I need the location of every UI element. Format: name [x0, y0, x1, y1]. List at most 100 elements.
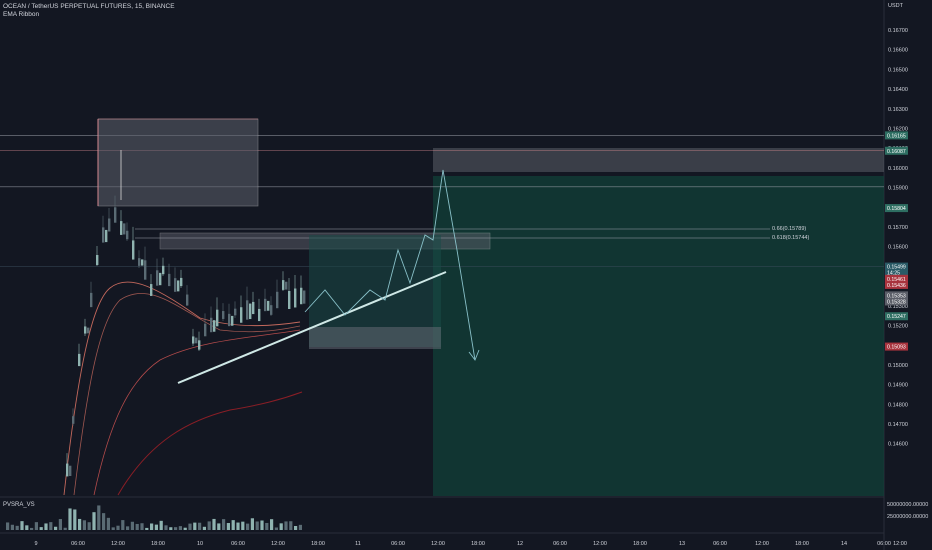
volume-bar [207, 521, 211, 530]
candle-body [204, 323, 207, 337]
volume-bar [92, 512, 96, 530]
time-axis-label: 18:00 [311, 541, 325, 547]
volume-bar [193, 522, 197, 530]
price-axis-label: 0.16600 [888, 48, 908, 54]
volume-bar [102, 513, 106, 530]
candle-body [231, 315, 234, 326]
price-badge-text: 0.15093 [887, 345, 906, 351]
volume-bar [130, 521, 134, 530]
volume-bar [279, 523, 283, 530]
candle-body [216, 309, 219, 327]
candle-body [69, 465, 72, 477]
price-axis-unit: USDT [888, 3, 903, 9]
candle-body [303, 290, 306, 304]
volume-bar [20, 521, 24, 530]
symbol-title: OCEAN / TetherUS PERPETUAL FUTURES, 15, … [3, 3, 175, 10]
time-axis-label: 06:00 [713, 541, 727, 547]
price-badge-text: 0.15328 [887, 299, 906, 305]
candle-body [288, 290, 291, 310]
time-axis-label: 18:00 [471, 541, 485, 547]
candle-body [66, 463, 69, 477]
volume-bar [154, 524, 158, 530]
volume-bar [222, 519, 226, 530]
candle-body [180, 277, 183, 287]
candle-body [249, 303, 252, 320]
candle-body [234, 308, 237, 316]
candle-body [186, 294, 189, 306]
candle-body [210, 317, 213, 333]
candle-body [120, 221, 123, 235]
candle-body [174, 278, 177, 292]
volume-bar [82, 520, 86, 530]
price-badge-text: 0.15436 [887, 283, 906, 289]
ema-ribbon-slow [93, 329, 301, 496]
price-axis-label: 0.15000 [888, 363, 908, 369]
price-axis-label: 0.14900 [888, 383, 908, 389]
candle-body [141, 259, 144, 266]
time-axis-label: 06:00 [391, 541, 405, 547]
volume-bar [174, 527, 178, 530]
volume-bar [226, 523, 230, 530]
volume-bar [289, 521, 293, 530]
candle-body [78, 353, 81, 367]
volume-bar [236, 522, 240, 530]
supply-box-left [97, 118, 259, 207]
time-axis-label: 06:00 [231, 541, 245, 547]
price-axis-label: 0.14700 [888, 422, 908, 428]
volume-bar [44, 523, 48, 530]
candle-body [228, 313, 231, 327]
price-axis-label: 0.16700 [888, 28, 908, 34]
indicator-name: EMA Ribbon [3, 11, 40, 18]
volume-axis-label: 50000000.00000 [887, 502, 928, 508]
volume-bar [246, 523, 250, 530]
volume-bar [231, 520, 235, 530]
volume-bar [63, 527, 67, 530]
candle-body [177, 280, 180, 292]
candle-body [168, 273, 171, 287]
volume-bar [58, 519, 62, 530]
volume-bar [121, 520, 125, 530]
volume-bar [73, 509, 77, 530]
price-axis-label: 0.14600 [888, 442, 908, 448]
candle-body [264, 298, 267, 312]
volume-bar [159, 520, 163, 530]
volume-bar [111, 527, 115, 530]
volume-bar [150, 523, 154, 530]
volume-bar [284, 521, 288, 530]
time-axis-label: 12:00 [893, 541, 907, 547]
volume-bar [87, 522, 91, 530]
volume-bar [135, 523, 139, 530]
volume-bar [217, 523, 221, 530]
candle-body [222, 311, 225, 319]
candle-body [138, 258, 141, 266]
chart-canvas[interactable]: 0.66(0.15789) 0.618(0.15744) 50000000.0000… [0, 0, 932, 550]
candle-body [90, 292, 93, 308]
price-axis-label: 0.16400 [888, 87, 908, 93]
price-axis-label: 0.15600 [888, 245, 908, 251]
time-axis-label: 18:00 [151, 541, 165, 547]
candle-body [285, 281, 288, 290]
volume-bar [54, 526, 58, 530]
volume-bar [270, 519, 274, 530]
volume-bar [250, 518, 254, 530]
candle-body [96, 255, 99, 265]
candle-body [282, 280, 285, 290]
price-axis-label: 0.16300 [888, 107, 908, 113]
candle-body [246, 300, 249, 320]
volume-bar [202, 526, 206, 530]
volume-bar [255, 521, 259, 530]
candle-body [114, 207, 117, 223]
time-axis-label: 06:00 [877, 541, 891, 547]
volume-bar [274, 527, 278, 530]
time-axis-label: 12:00 [431, 541, 445, 547]
volume-bar [34, 522, 38, 530]
price-badge-text: 0.16165 [887, 133, 906, 139]
volume-bar [188, 523, 192, 530]
price-axis-label: 0.16500 [888, 67, 908, 73]
volume-bar [294, 525, 298, 530]
volume-bar [198, 522, 202, 530]
candle-body [195, 337, 198, 344]
volume-bar [30, 527, 34, 530]
candle-body [213, 320, 216, 332]
volume-bar [265, 522, 269, 530]
